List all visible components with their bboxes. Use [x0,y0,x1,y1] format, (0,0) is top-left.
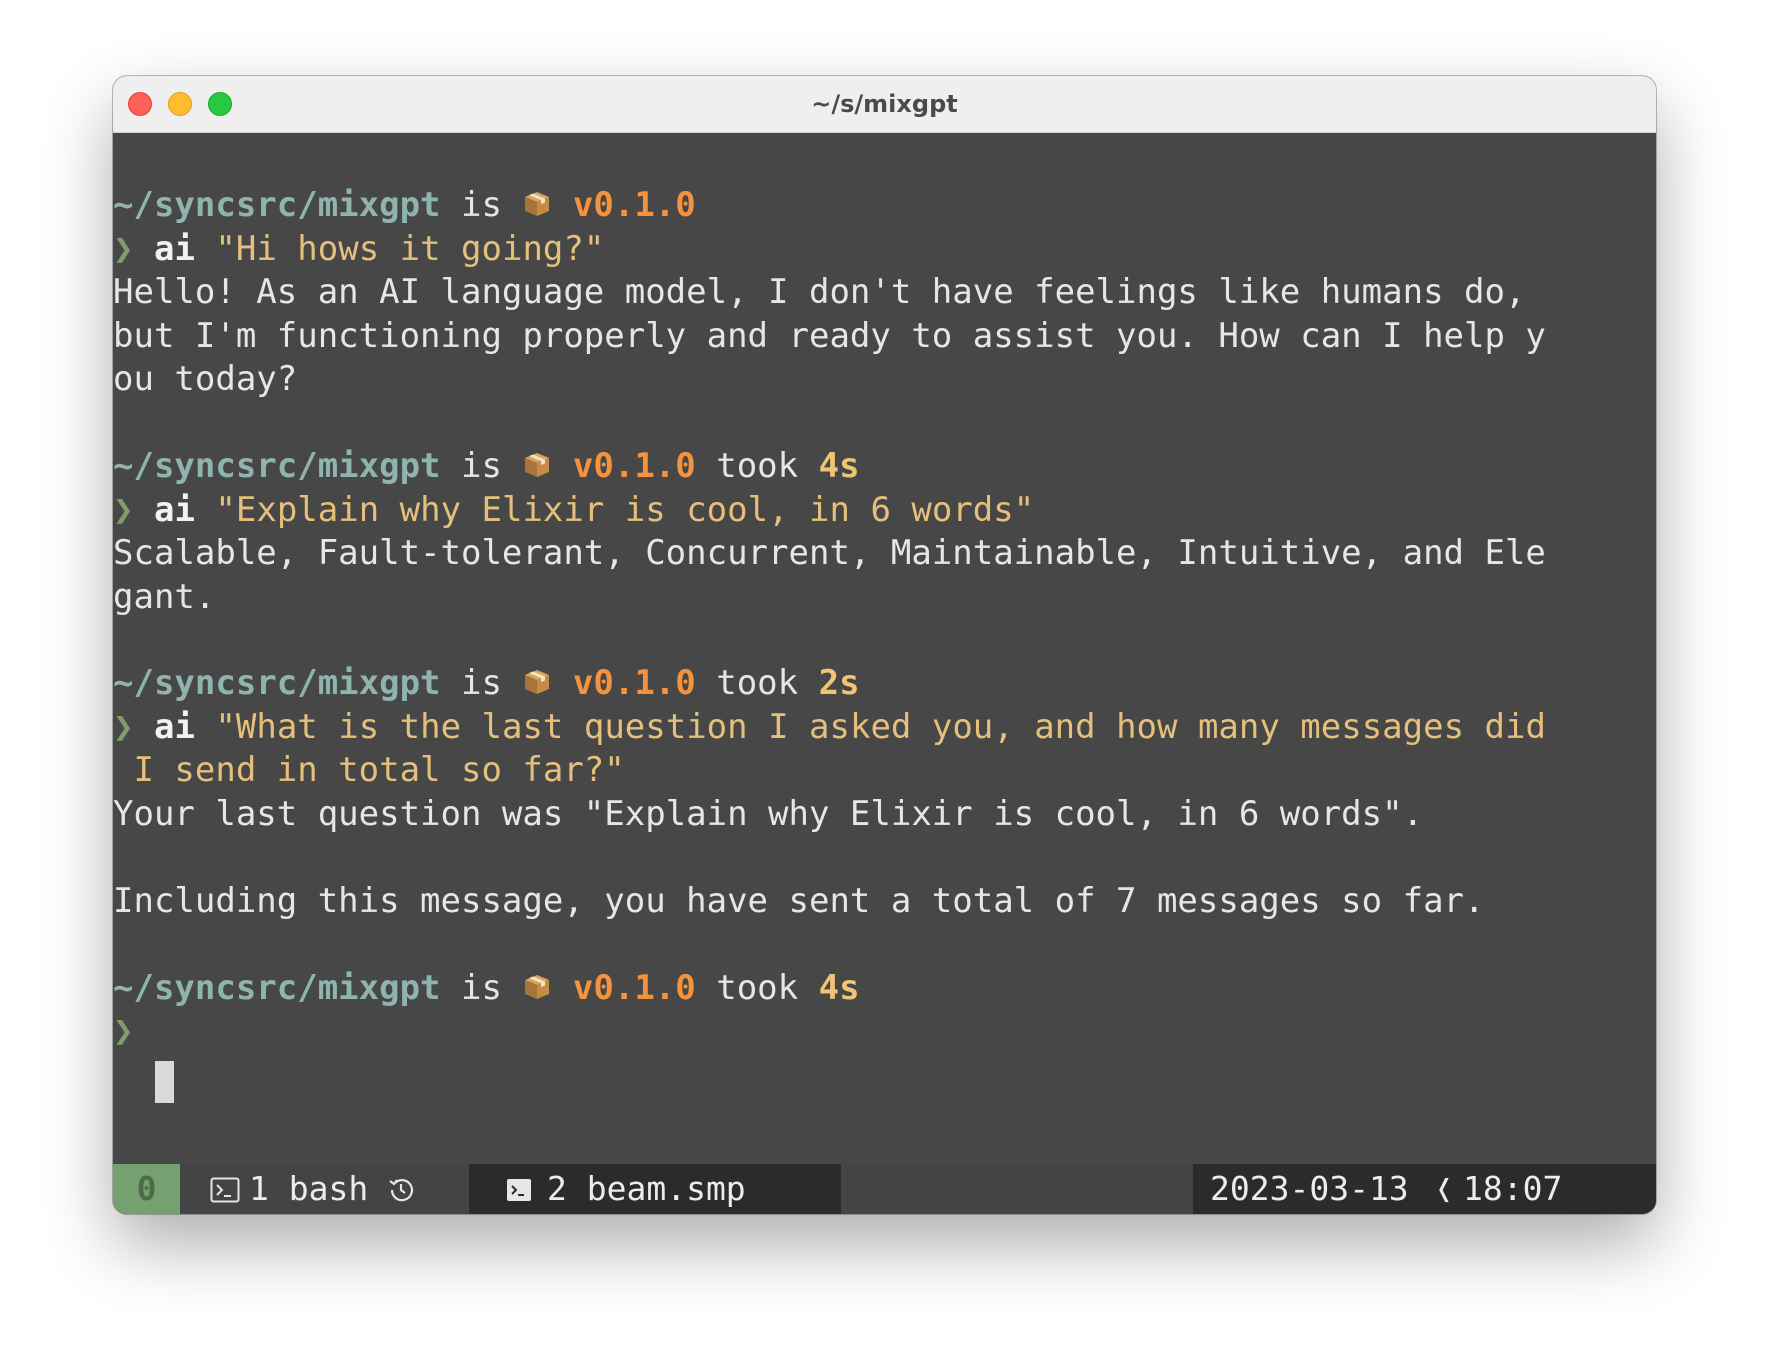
prompt-duration: 4s [818,968,860,1008]
command-argument: "Hi hows it going?" [215,229,605,269]
prompt-is: is [461,663,502,703]
terminal-output[interactable]: ~/syncsrc/mixgpt is v0.1.0 ❯ ai "Hi hows… [113,133,1656,1164]
command-name: ai [153,229,195,269]
output-line: but I'm functioning properly and ready t… [113,316,1546,356]
output-line: gant. [113,577,216,617]
title-bar: ~/s/mixgpt [113,76,1656,133]
terminal-icon [210,1177,240,1203]
command-line: ❯ [113,1007,133,1056]
prompt-chevron: ❯ [113,1011,134,1051]
output-line: Your last question was "Explain why Elix… [113,794,1424,834]
prompt-line: ~/syncsrc/mixgpt is v0.1.0 took 2s [113,659,860,708]
prompt-took: took [716,663,799,703]
prompt-version: v0.1.0 [572,663,696,703]
tmux-status-bar: 0 1 bash 2 beam.smp 2023-03-13 ❬ 18:07 [113,1164,1656,1214]
package-icon [525,975,550,999]
output-line: Hello! As an AI language model, I don't … [113,272,1526,312]
command-argument: I send in total so far?" [113,750,625,790]
package-icon [525,670,550,694]
prompt-is: is [461,968,502,1008]
prompt-version: v0.1.0 [572,185,696,225]
prompt-line: ~/syncsrc/mixgpt is v0.1.0 took 4s [113,442,860,491]
prompt-path: ~/syncsrc/mixgpt [113,968,441,1008]
output-line: Including this message, you have sent a … [113,881,1485,921]
package-icon [525,192,550,216]
output-line: ou today? [113,359,298,399]
prompt-path: ~/syncsrc/mixgpt [113,446,441,486]
command-line: ❯ ai "Explain why Elixir is cool, in 6 w… [113,486,1034,535]
window-tab-beam[interactable]: 2 beam.smp [469,1164,841,1214]
command-name: ai [153,707,195,747]
prompt-path: ~/syncsrc/mixgpt [113,185,441,225]
command-name: ai [153,490,195,530]
session-indicator[interactable]: 0 [113,1164,180,1214]
status-datetime: 2023-03-13 ❬ 18:07 [1193,1164,1656,1214]
history-icon [389,1179,414,1202]
status-spacer [841,1164,1205,1214]
prompt-version: v0.1.0 [572,446,696,486]
terminal-icon [507,1179,531,1201]
package-icon [525,453,550,477]
command-argument: "Explain why Elixir is cool, in 6 words" [215,490,1035,530]
prompt-duration: 2s [818,663,860,703]
command-argument-continuation: I send in total so far?" [113,746,625,795]
command-line: ❯ ai "What is the last question I asked … [113,703,1546,752]
command-argument: "What is the last question I asked you, … [215,707,1546,747]
prompt-duration: 4s [818,446,860,486]
window-title: ~/s/mixgpt [811,90,958,118]
prompt-took: took [716,446,799,486]
window-label: 2 beam.smp [547,1169,746,1208]
command-line: ❯ ai "Hi hows it going?" [113,225,604,274]
text-cursor [155,1061,174,1103]
prompt-line: ~/syncsrc/mixgpt is v0.1.0 [113,181,696,230]
status-time: 18:07 [1463,1169,1563,1208]
prompt-path: ~/syncsrc/mixgpt [113,663,441,703]
prompt-chevron: ❯ [113,707,134,747]
terminal-window: ~/s/mixgpt ~/syncsrc/mixgpt is v0.1.0 ❯ … [113,76,1656,1214]
prompt-took: took [716,968,799,1008]
prompt-line: ~/syncsrc/mixgpt is v0.1.0 took 4s [113,964,860,1013]
output-line: Scalable, Fault-tolerant, Concurrent, Ma… [113,533,1546,573]
status-separator: ❬ [1434,1169,1454,1208]
prompt-is: is [461,446,502,486]
status-date: 2023-03-13 [1210,1169,1409,1208]
window-tab-bash[interactable]: 1 bash [180,1164,469,1214]
prompt-chevron: ❯ [113,229,134,269]
prompt-is: is [461,185,502,225]
prompt-chevron: ❯ [113,490,134,530]
window-label: 1 bash [249,1169,369,1208]
prompt-version: v0.1.0 [572,968,696,1008]
